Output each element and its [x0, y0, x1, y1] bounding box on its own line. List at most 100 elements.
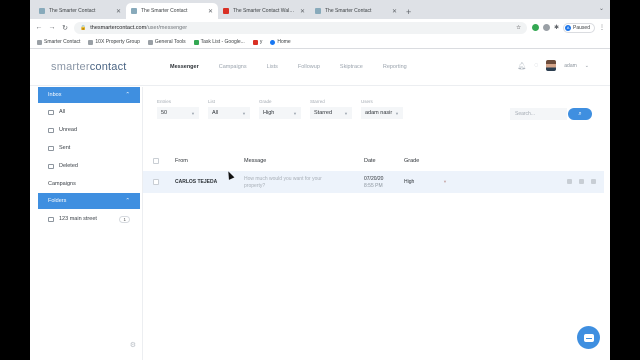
back-icon[interactable]: ← [35, 24, 43, 31]
row-date-time: 8:55 PM [364, 183, 383, 189]
table-row[interactable]: CARLOS TEJEDA How much would you want fo… [143, 171, 604, 193]
forward-icon[interactable]: → [48, 24, 56, 31]
main-nav: Messenger Campaigns Lists Followup Skipt… [170, 64, 427, 70]
tab-title: The Smarter Contact Walkthrough [233, 8, 296, 14]
filter-starred: Starred Starred ▼ [310, 99, 352, 119]
profile-status: Paused [573, 24, 590, 31]
new-tab-icon[interactable]: + [402, 7, 415, 19]
folder-count-badge: 1 [119, 215, 130, 223]
bookmark[interactable]: General Tools [147, 39, 186, 45]
filter-label: Starred [310, 99, 325, 104]
gmail-icon [252, 39, 258, 45]
browser-tab[interactable]: The Smarter Contact ✕ [310, 3, 402, 19]
notification-icon[interactable]: ◌ [534, 62, 538, 69]
profile-button[interactable]: A Paused [563, 22, 595, 33]
tasks-icon [193, 39, 199, 45]
row-checkbox[interactable] [153, 179, 159, 185]
bookmark[interactable]: Home [270, 39, 291, 45]
search-input[interactable]: Search... [510, 108, 567, 120]
puzzle-icon[interactable]: ✱ [554, 24, 559, 31]
select-value: 50 [161, 110, 168, 116]
column-grade: Grade [404, 158, 420, 164]
close-tab-icon[interactable]: ✕ [116, 8, 121, 15]
extension-icon[interactable] [543, 24, 550, 31]
favicon-icon [315, 8, 321, 14]
tab-search-icon[interactable]: ⌄ [599, 5, 604, 12]
nav-campaigns[interactable]: Campaigns [219, 64, 247, 70]
nav-lists[interactable]: Lists [267, 64, 278, 70]
chevron-down-icon: ▼ [242, 110, 246, 116]
bookmark-label: Smarter Contact [44, 39, 81, 45]
url-path: /user/messenger [146, 24, 188, 31]
favicon-icon [39, 8, 45, 14]
sidebar-item-unread[interactable]: Unread [38, 121, 140, 139]
reload-icon[interactable]: ↻ [61, 24, 69, 32]
filter-label: Entries [157, 99, 172, 104]
close-tab-icon[interactable]: ✕ [300, 8, 305, 15]
column-message: Message [244, 158, 267, 164]
entries-select[interactable]: 50 ▼ [157, 107, 199, 119]
app-header: smartercontact Messenger Campaigns Lists… [30, 49, 610, 86]
list-select[interactable]: All ▼ [208, 107, 250, 119]
extension-icon[interactable] [532, 24, 539, 31]
filter-label: Users [361, 99, 373, 104]
star-icon[interactable]: ☆ [516, 25, 521, 31]
browser-tab-active[interactable]: The Smarter Contact ✕ [126, 3, 218, 19]
close-tab-icon[interactable]: ✕ [208, 8, 213, 15]
favicon-icon [131, 8, 137, 14]
folder-item[interactable]: 123 main street 1 [38, 209, 140, 229]
nav-reporting[interactable]: Reporting [383, 64, 407, 70]
sidebar-item-campaigns[interactable]: Campaigns [38, 175, 140, 193]
search-button[interactable]: ⌕ [568, 108, 592, 120]
sidebar-item-all[interactable]: All [38, 103, 140, 121]
trash-icon[interactable] [591, 179, 596, 184]
row-date: 07/20/20 8:55 PM [364, 176, 383, 190]
messages-panel: Entries 50 ▼ List All ▼ Grade High ▼ Starre… [142, 87, 610, 360]
sidebar-item-label: All [59, 109, 66, 115]
chat-button[interactable] [577, 326, 600, 349]
bell-icon[interactable]: 🔔︎ [517, 62, 526, 70]
url-host: thesmartercontact.com [90, 24, 147, 31]
nav-skiptrace[interactable]: Skiptrace [340, 64, 363, 70]
bookmark[interactable]: y [252, 39, 262, 45]
bookmark[interactable]: 10X Property Group [88, 39, 140, 45]
folders-label: Folders [48, 198, 67, 204]
browser-tab[interactable]: The Smarter Contact Walkthrough ✕ [218, 3, 310, 19]
starred-select[interactable]: Starred ▼ [310, 107, 352, 119]
column-from: From [175, 158, 188, 164]
sidebar-item-deleted[interactable]: Deleted [38, 157, 140, 175]
bookmark-icon [37, 39, 42, 45]
grade-dropdown-icon[interactable]: ▼ [443, 179, 447, 184]
star-icon[interactable] [567, 179, 572, 184]
sidebar-item-sent[interactable]: Sent [38, 139, 140, 157]
close-tab-icon[interactable]: ✕ [392, 8, 397, 15]
inbox-header[interactable]: Inbox ⌃ [38, 87, 140, 103]
url-field[interactable]: 🔒 thesmartercontact.com/user/messenger ☆ [74, 21, 527, 34]
grade-select[interactable]: High ▼ [259, 107, 301, 119]
menu-icon[interactable]: ⋮ [599, 24, 605, 31]
select-all-checkbox[interactable] [153, 158, 159, 164]
nav-messenger[interactable]: Messenger [170, 64, 199, 70]
filter-users: Users adam nasir ▼ [361, 99, 403, 119]
gmail-favicon-icon [223, 8, 229, 14]
browser-tab[interactable]: The Smarter Contact ✕ [34, 3, 126, 19]
logo[interactable]: smartercontact [51, 61, 170, 73]
user-menu: 🔔︎ ◌ adam ⌄ [517, 60, 589, 71]
bookmark[interactable]: Smarter Contact [37, 39, 80, 45]
chevron-down-icon[interactable]: ⌄ [585, 63, 589, 69]
users-select[interactable]: adam nasir ▼ [361, 107, 403, 119]
folder-icon [147, 39, 153, 45]
row-from: CARLOS TEJEDA [175, 179, 218, 185]
bookmark[interactable]: Task List - Google... [193, 39, 245, 45]
folder-icon[interactable] [579, 179, 584, 184]
avatar[interactable] [546, 60, 557, 71]
filter-entries: Entries 50 ▼ [157, 99, 199, 119]
nav-followup[interactable]: Followup [298, 64, 320, 70]
folders-header[interactable]: Folders ⌃ [38, 193, 140, 209]
row-message: How much would you want for your propert… [244, 176, 322, 189]
user-name[interactable]: adam [564, 63, 577, 69]
gear-icon[interactable]: ⚙ [130, 341, 136, 349]
chevron-down-icon: ▼ [395, 110, 399, 116]
tab-title: The Smarter Contact [49, 8, 96, 14]
trash-icon [48, 163, 54, 169]
